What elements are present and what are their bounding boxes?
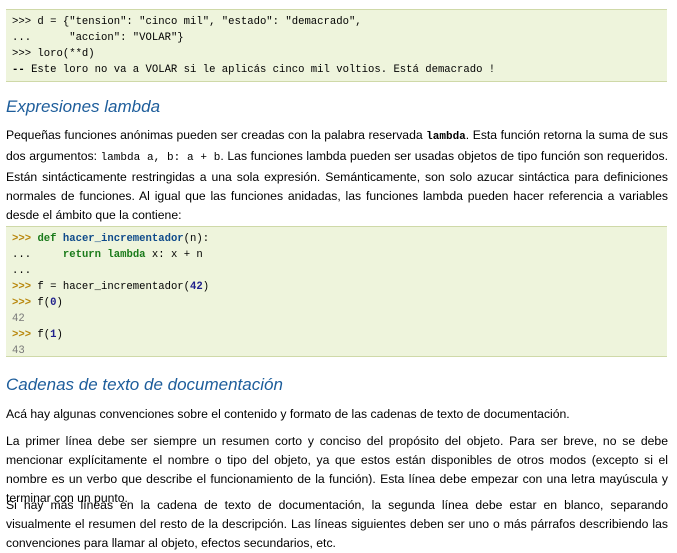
code-text: f(	[31, 297, 51, 309]
prompt: >>>	[12, 233, 32, 245]
code-output-line: 43	[12, 345, 25, 357]
output-marker: --	[12, 64, 25, 76]
number: 42	[190, 281, 203, 293]
code-text: x: x + n	[145, 249, 203, 261]
keyword: return	[62, 249, 102, 261]
code-output-line: -- Este loro no va a VOLAR si le aplicás…	[12, 62, 661, 78]
keyword: lambda	[107, 249, 146, 261]
prompt: >>>	[12, 281, 32, 293]
paragraph-lambda: Pequeñas funciones anónimas pueden ser c…	[6, 126, 668, 225]
code-text: )	[202, 281, 210, 293]
code-block-loro: >>> d = {"tension": "cinco mil", "estado…	[6, 9, 667, 82]
code-line: ...	[12, 263, 661, 279]
code-text: f = hacer_incrementador(	[31, 281, 191, 293]
keyword: def	[37, 233, 57, 245]
prompt: >>>	[12, 16, 32, 28]
paragraph-convenciones: Acá hay algunas convenciones sobre el co…	[6, 407, 570, 421]
code-line: >>> d = {"tension": "cinco mil", "estado…	[12, 14, 661, 30]
code-line: ... "accion": "VOLAR"}	[12, 30, 661, 46]
prompt: ...	[12, 265, 32, 277]
code-text: )	[56, 297, 63, 309]
code-text: "accion": "VOLAR"}	[31, 32, 184, 44]
heading-expresiones-lambda: Expresiones lambda	[6, 97, 161, 116]
output-text: Este loro no va a VOLAR si le aplicás ci…	[24, 64, 496, 76]
prompt: ...	[12, 249, 32, 261]
text: Pequeñas funciones anónimas pueden ser c…	[6, 128, 427, 142]
code-line: >>> f(0)	[12, 295, 661, 311]
prompt: ...	[12, 32, 32, 44]
code-text: )	[56, 329, 63, 341]
code-text: (n):	[183, 233, 210, 245]
heading-cadenas-documentacion: Cadenas de texto de documentación	[6, 375, 283, 394]
code-line: >>> loro(**d)	[12, 46, 661, 62]
prompt: >>>	[12, 329, 32, 341]
code-text: d = {"tension": "cinco mil", "estado": "…	[31, 16, 362, 28]
paragraph-mas-lineas: Si hay más líneas en la cadena de texto …	[6, 498, 668, 550]
prompt: >>>	[12, 297, 32, 309]
code-line: >>> f = hacer_incrementador(42)	[12, 279, 661, 295]
keyword-lambda: lambda	[426, 131, 466, 143]
code-line: >>> f(1)	[12, 327, 661, 343]
code-line: ... return lambda x: x + n	[12, 247, 661, 263]
inline-code: lambda a, b: a + b	[100, 152, 221, 164]
function-name: hacer_incrementador	[62, 233, 184, 245]
prompt: >>>	[12, 48, 32, 60]
code-text: f(	[31, 329, 51, 341]
code-line: >>> def hacer_incrementador(n):	[12, 231, 661, 247]
code-block-incrementador: >>> def hacer_incrementador(n): ... retu…	[6, 226, 667, 357]
code-text: loro(**d)	[31, 48, 95, 60]
code-output-line: 42	[12, 313, 25, 325]
